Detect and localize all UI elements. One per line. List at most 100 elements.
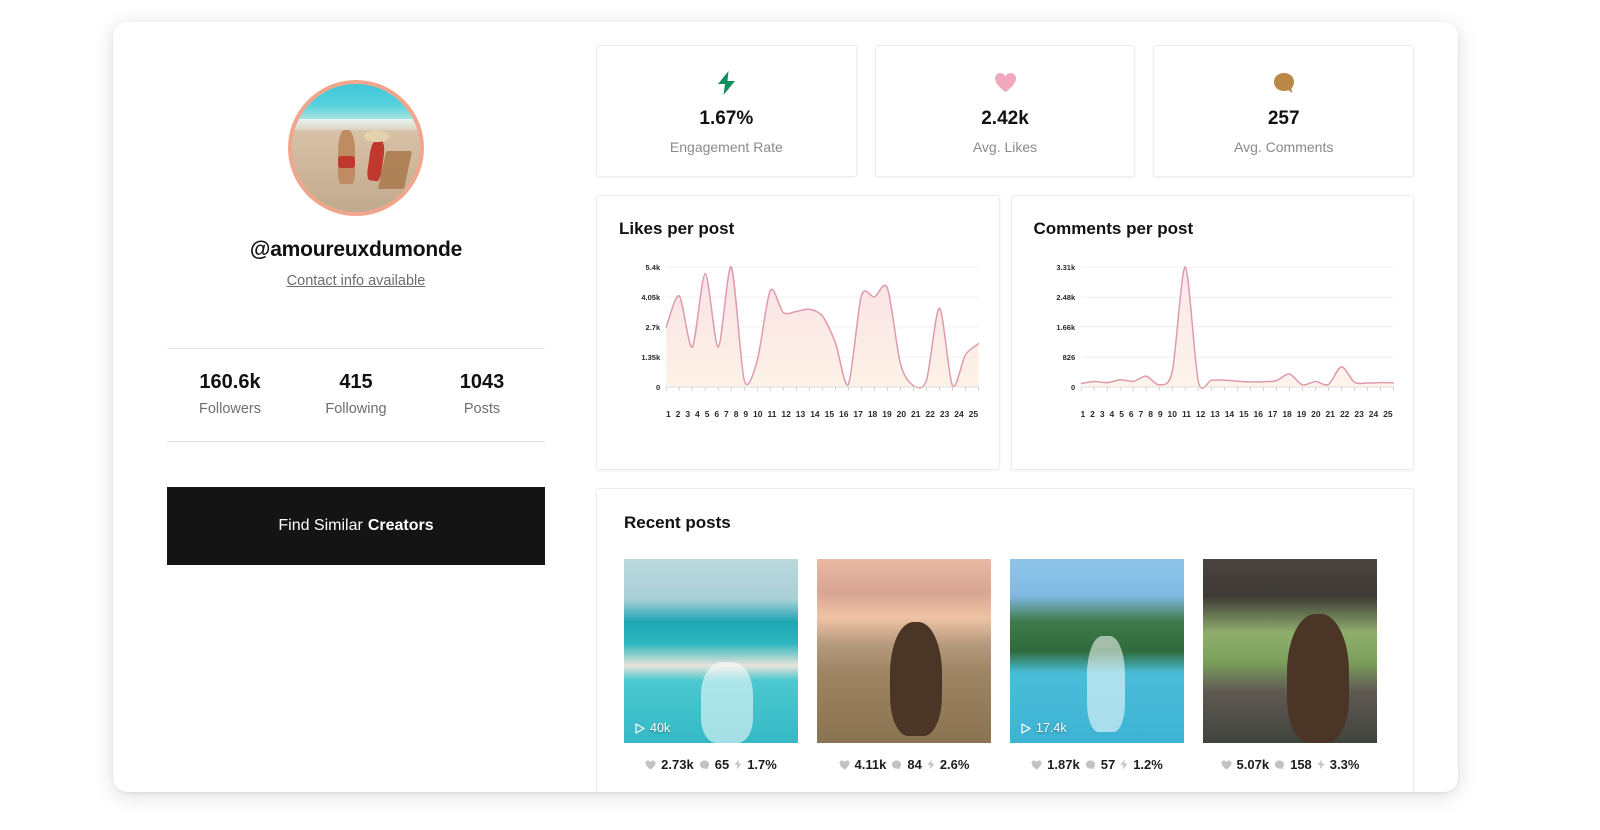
- comment-bubble-icon: [1274, 759, 1285, 770]
- kpi-engagement-rate: 1.67% Engagement Rate: [596, 45, 857, 177]
- post-comments-metric: 84: [891, 757, 922, 772]
- stat-value: 415: [339, 371, 373, 393]
- x-tick-label: 11: [767, 409, 777, 419]
- play-count-value: 17.4k: [1036, 721, 1067, 735]
- play-count-value: 40k: [650, 721, 671, 735]
- x-tick-label: 5: [704, 409, 710, 419]
- post-engagement-metric: 2.6%: [927, 757, 969, 772]
- find-similar-creators-button[interactable]: Find Similar Creators: [167, 487, 545, 565]
- x-tick-label: 22: [1339, 409, 1350, 419]
- x-tick-label: 20: [896, 409, 907, 419]
- stat-label: Posts: [463, 401, 501, 417]
- post-thumbnail[interactable]: [817, 559, 991, 743]
- heart-icon: [994, 68, 1017, 98]
- post-comments: 57: [1100, 757, 1116, 772]
- x-tick-label: 18: [867, 409, 878, 419]
- x-tick-label: 22: [925, 409, 935, 419]
- kpi-caption: Engagement Rate: [669, 138, 783, 155]
- x-tick-label: 16: [1253, 409, 1263, 419]
- svg-text:2.48k: 2.48k: [1056, 293, 1076, 302]
- x-tick-label: 24: [954, 409, 964, 419]
- x-tick-label: 21: [911, 409, 921, 419]
- post-metrics: 2.73k 65 1.7%: [624, 743, 798, 772]
- x-tick-label: 4: [695, 409, 700, 419]
- chart-comments-per-post: Comments per post 0 826 1.66k 2.48k 3.31k 12…: [1010, 195, 1414, 470]
- x-tick-label: 9: [1157, 409, 1163, 419]
- svg-text:3.31k: 3.31k: [1056, 263, 1076, 272]
- cta-label-regular: Find Similar: [278, 517, 363, 534]
- post-subject-figure: [1286, 614, 1350, 743]
- x-tick-label: 3: [1099, 409, 1105, 419]
- x-tick-label: 12: [1195, 409, 1206, 419]
- x-tick-label: 6: [1128, 409, 1134, 419]
- x-tick-label: 8: [1148, 409, 1153, 419]
- comment-bubble-icon: [1273, 68, 1295, 98]
- page-root: @amoureuxdumonde Contact info available …: [0, 0, 1600, 830]
- x-tick-label: 19: [1296, 409, 1307, 419]
- post-likes: 4.11k: [854, 757, 887, 772]
- post-engagement-metric: 1.7%: [734, 757, 777, 772]
- profile-handle: @amoureuxdumonde: [249, 238, 463, 261]
- x-tick-label: 23: [939, 409, 950, 419]
- post-metrics: 1.87k 57 1.2%: [1010, 743, 1184, 772]
- x-tick-label: 1: [666, 409, 671, 419]
- x-tick-label: 7: [724, 409, 729, 419]
- stat-followers: 160.6k Followers: [167, 371, 293, 417]
- chart-likes-per-post: Likes per post 0 1.35k 2.7k 4.05k 5.4k 12345…: [596, 195, 1000, 470]
- recent-post-card[interactable]: 40k 2.73k 65 1.7%: [624, 559, 798, 772]
- svg-text:0: 0: [1070, 383, 1074, 392]
- post-engagement-metric: 1.2%: [1120, 757, 1163, 772]
- heart-icon: [839, 759, 850, 770]
- lightning-bolt-icon: [1317, 759, 1325, 770]
- recent-post-card[interactable]: 4.11k 84 2.6%: [817, 559, 991, 772]
- comment-bubble-icon: [699, 759, 710, 770]
- post-thumbnail[interactable]: 17.4k: [1010, 559, 1184, 743]
- x-tick-label: 2: [675, 409, 681, 419]
- chart-x-axis: 1 2 3 4 5 6 7 8 9 10 11 12 13 14 15 16 17 18 19 20 21 22 23 24 2…: [1081, 409, 1394, 419]
- cta-label-bold: Creators: [367, 517, 434, 534]
- profile-column: @amoureuxdumonde Contact info available …: [167, 58, 545, 565]
- recent-post-card[interactable]: 5.07k 158 3.3%: [1203, 559, 1377, 772]
- recent-posts-title: Recent posts: [624, 513, 731, 532]
- lightning-bolt-icon: [717, 68, 736, 98]
- post-thumbnail[interactable]: 40k: [624, 559, 798, 743]
- comment-bubble-icon: [1085, 759, 1096, 770]
- kpi-avg-likes: 2.42k Avg. Likes: [874, 45, 1136, 177]
- avatar-image: [292, 84, 420, 212]
- x-tick-label: 2: [1090, 409, 1095, 419]
- stat-value: 1043: [459, 371, 505, 393]
- post-likes: 5.07k: [1236, 757, 1270, 772]
- post-likes-metric: 5.07k: [1221, 757, 1270, 772]
- stat-label: Following: [325, 401, 387, 417]
- recent-posts-card: Recent posts 40k 2.73k 65 1.7% 4.11k 84 2.6% 17…: [596, 488, 1414, 792]
- post-subject-figure: [700, 662, 753, 743]
- x-tick-label: 15: [1239, 409, 1249, 419]
- x-tick-label: 23: [1354, 409, 1364, 419]
- post-comments: 65: [714, 757, 730, 772]
- lightning-bolt-icon: [734, 759, 742, 770]
- x-tick-label: 7: [1138, 409, 1144, 419]
- post-metrics: 4.11k 84 2.6%: [817, 743, 991, 772]
- recent-post-card[interactable]: 17.4k 1.87k 57 1.2%: [1010, 559, 1184, 772]
- x-tick-label: 17: [1267, 409, 1278, 419]
- x-tick-label: 10: [753, 409, 763, 419]
- recent-posts-grid: 40k 2.73k 65 1.7% 4.11k 84 2.6% 17.4k 1.87k 57 1.2…: [624, 559, 1389, 772]
- svg-text:1.66k: 1.66k: [1056, 323, 1076, 332]
- kpi-value: 2.42k: [981, 107, 1029, 129]
- chart-x-axis: 1 2 3 4 5 6 7 8 9 10 11 12 13 14 15 16 17 18 19 20 21 22 23 24 2…: [666, 409, 979, 419]
- x-tick-label: 14: [810, 409, 820, 419]
- post-comments: 84: [907, 757, 922, 772]
- x-tick-label: 19: [882, 409, 892, 419]
- x-tick-label: 16: [839, 409, 849, 419]
- post-subject-figure: [1086, 636, 1125, 732]
- avatar[interactable]: [288, 80, 424, 216]
- x-tick-label: 11: [1181, 409, 1191, 419]
- post-thumbnail[interactable]: [1203, 559, 1377, 743]
- play-count-badge: 17.4k: [1021, 721, 1067, 735]
- x-tick-label: 4: [1109, 409, 1115, 419]
- x-tick-label: 25: [1383, 409, 1393, 419]
- contact-info-link[interactable]: Contact info available: [167, 273, 545, 289]
- svg-text:1.35k: 1.35k: [641, 353, 661, 362]
- charts-row: Likes per post 0 1.35k 2.7k 4.05k 5.4k 12345…: [596, 195, 1414, 470]
- x-tick-label: 15: [824, 409, 835, 419]
